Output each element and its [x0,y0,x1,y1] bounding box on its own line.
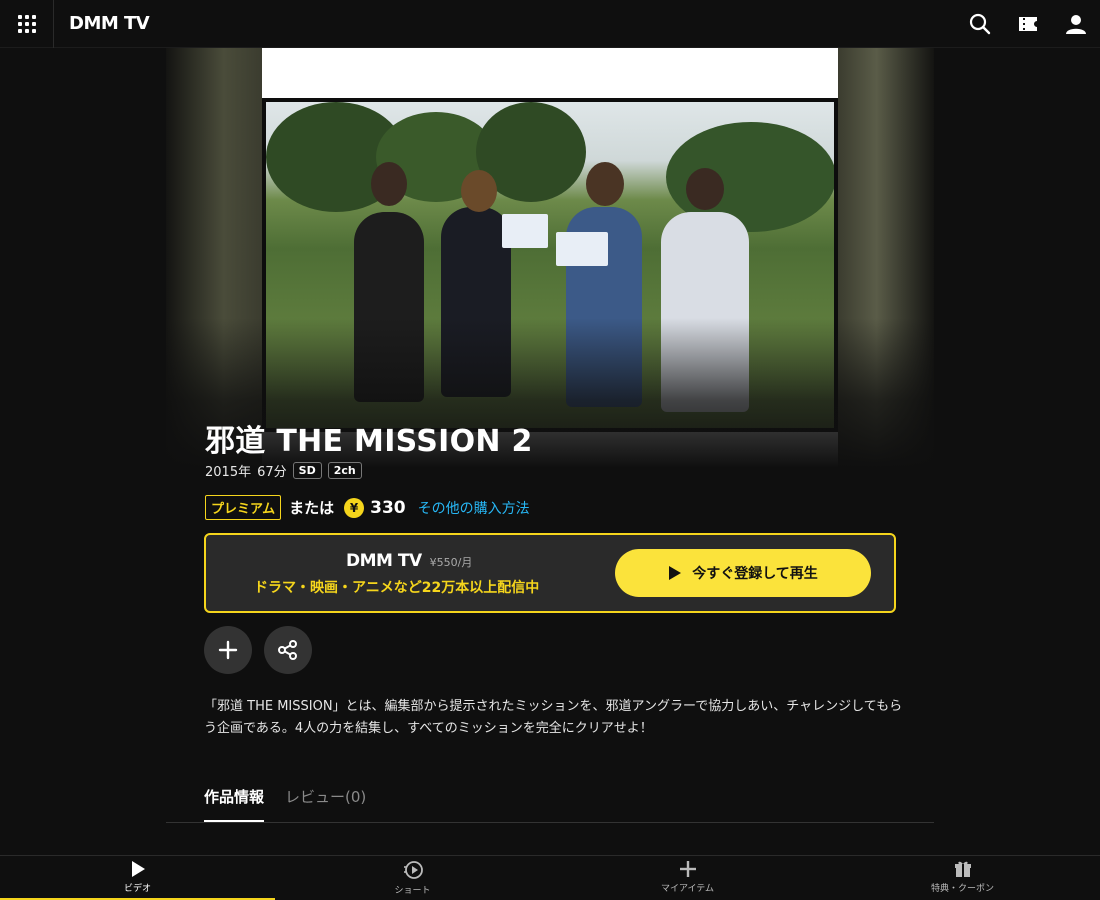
release-year: 2015年 [205,465,252,480]
pricing-row: プレミアム または ¥ 330 その他の購入方法 [205,495,530,520]
tab-reviews[interactable]: レビュー(0) [285,786,366,807]
share-icon [278,640,297,660]
rental-price: 330 [370,497,406,518]
title-meta: 2015年 67分 SD 2ch [205,461,362,480]
top-nav-bar: DMM TV [0,0,1100,48]
menu-grid-button[interactable] [0,0,54,48]
play-icon [669,566,682,580]
menu-grid-icon [17,14,36,33]
audio-badge: 2ch [327,462,362,479]
promo-tagline: ドラマ・映画・アニメなど22万本以上配信中 [254,580,540,596]
account-button[interactable] [1052,0,1100,48]
short-video-icon [403,861,423,879]
bottom-nav-label: ショート [394,886,431,896]
monthly-price: ¥550/月 [429,556,473,569]
bottom-nav-shorts[interactable]: ショート [275,856,550,900]
search-button[interactable] [956,0,1004,48]
gift-icon [954,861,971,877]
premium-badge: プレミアム [205,495,282,520]
plus-icon [218,640,238,660]
page-title: 邪道 THE MISSION 2 [205,424,533,459]
bottom-nav-video[interactable]: ビデオ [0,856,275,900]
or-label: または [289,499,335,517]
bottom-nav-bar: ビデオ ショート マイアイテム 特典・クーポン [0,855,1100,900]
subscribe-and-play-button[interactable]: 今すぐ登録して再生 [615,549,871,597]
ticket-icon [1019,17,1037,31]
ticket-button[interactable] [1004,0,1052,48]
content-tabs: 作品情報 レビュー(0) [166,782,934,823]
hero-artwork [166,48,934,468]
other-purchase-link[interactable]: その他の購入方法 [418,498,530,518]
yen-coin-icon: ¥ [344,497,365,518]
play-icon [131,861,145,877]
search-icon [969,13,991,35]
tab-work-info[interactable]: 作品情報 [204,786,265,822]
bottom-nav-label: マイアイテム [660,884,715,894]
bottom-nav-my-items[interactable]: マイアイテム [550,856,825,900]
share-button[interactable] [264,626,312,674]
add-to-list-button[interactable] [204,626,252,674]
quality-badge: SD [292,462,322,479]
bottom-nav-benefits[interactable]: 特典・クーポン [825,856,1100,900]
subscribe-button-label: 今すぐ登録して再生 [692,566,818,582]
user-icon [1066,15,1086,34]
synopsis-text: 「邪道 THE MISSION」とは、編集部から提示されたミッションを、邪道アン… [204,699,903,736]
bottom-nav-label: ビデオ [123,884,151,894]
promo-logo: DMM TV [346,551,422,571]
plus-icon [679,861,696,877]
duration: 67分 [257,465,287,480]
subscription-promo: DMM TV ¥550/月 ドラマ・映画・アニメなど22万本以上配信中 今すぐ登… [204,533,896,613]
bottom-nav-label: 特典・クーポン [930,884,994,894]
dmm-tv-logo[interactable]: DMM TV [69,13,150,34]
